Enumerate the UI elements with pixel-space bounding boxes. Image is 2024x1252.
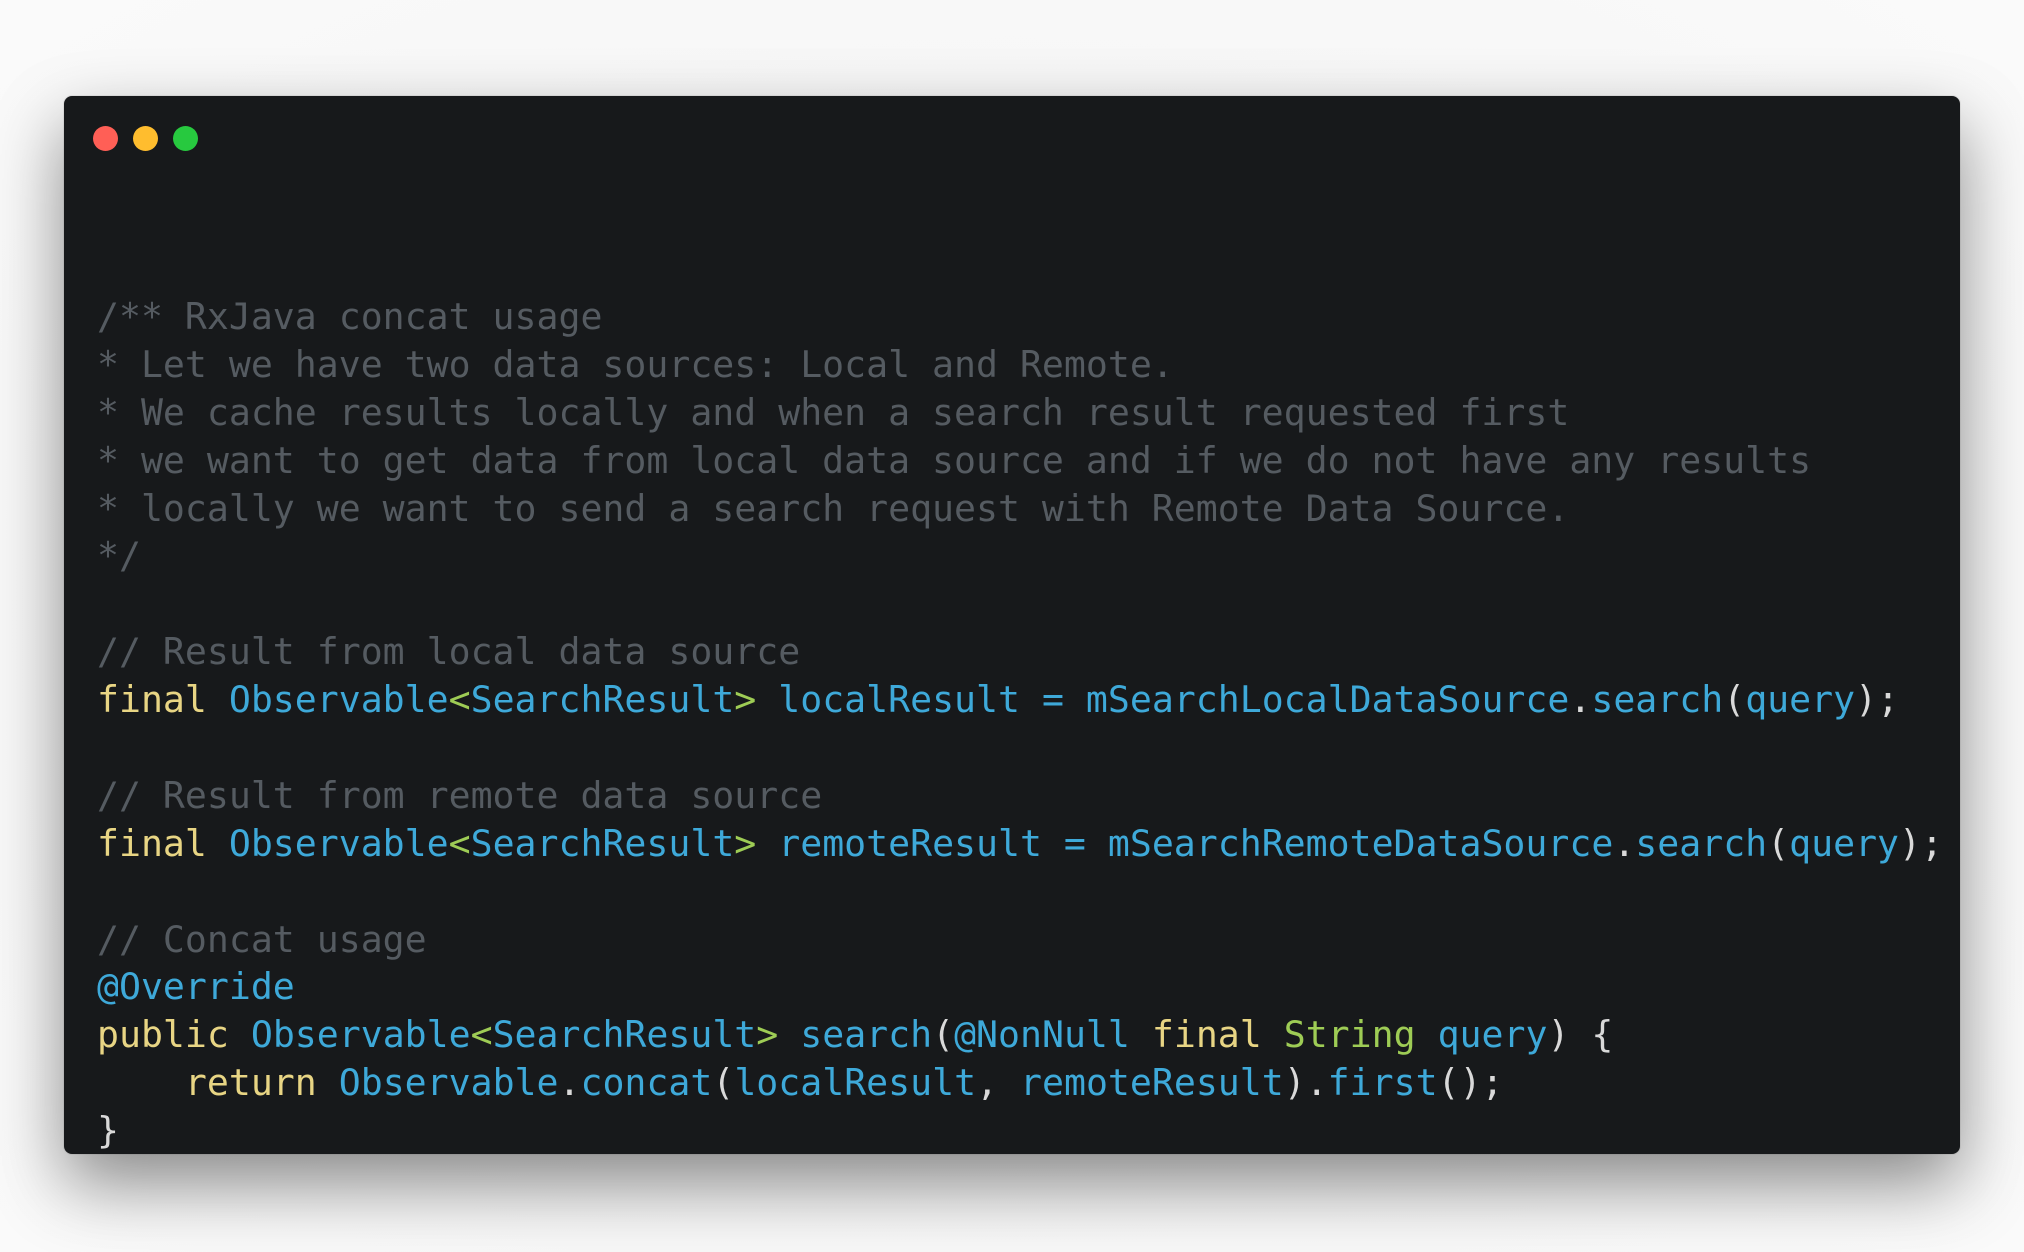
code-token: final	[97, 821, 207, 865]
maximize-button[interactable]	[173, 126, 198, 151]
code-token: }	[97, 1109, 119, 1153]
code-line: * We cache results locally and when a se…	[97, 389, 1943, 437]
code-token: final	[1151, 1013, 1262, 1057]
code-token: Observable	[250, 1013, 471, 1057]
code-token: SearchResult	[470, 821, 735, 865]
code-token: */	[97, 534, 141, 578]
code-token: ();	[1437, 1061, 1504, 1105]
code-token: .	[558, 1061, 581, 1105]
code-token: remoteResult = mSearchRemoteDataSource	[756, 821, 1614, 865]
code-token: String	[1283, 1013, 1416, 1057]
code-token: ) {	[1547, 1013, 1614, 1057]
code-token: search	[778, 1013, 933, 1057]
code-token: <	[448, 821, 471, 865]
code-token: SearchResult	[470, 678, 735, 722]
code-token: * Let we have two data sources: Local an…	[97, 342, 1174, 386]
code-line: * locally we want to send a search reque…	[97, 485, 1943, 533]
code-line: final Observable<SearchResult> localResu…	[97, 676, 1943, 724]
code-token: query	[1789, 821, 1900, 865]
code-token: final	[97, 678, 207, 722]
minimize-button[interactable]	[133, 126, 158, 151]
code-token: return	[184, 1061, 317, 1105]
close-button[interactable]	[93, 126, 118, 151]
code-token: query	[1437, 1013, 1548, 1057]
window-titlebar	[64, 96, 1960, 186]
code-line: */	[97, 532, 1943, 580]
code-token: query	[1745, 678, 1856, 722]
code-line: // Concat usage	[97, 916, 1943, 964]
code-token: ,	[976, 1061, 1021, 1105]
code-block: /** RxJava concat usage * Let we have two…	[97, 293, 1943, 1154]
code-token: SearchResult	[492, 1013, 757, 1057]
code-token: ).	[1283, 1061, 1328, 1105]
code-token: /** RxJava concat usage	[97, 295, 603, 338]
code-line: return Observable.concat(localResult, re…	[97, 1059, 1943, 1107]
code-token: search	[1635, 821, 1768, 865]
code-line: /** RxJava concat usage	[97, 293, 1943, 341]
code-line: * we want to get data from local data so…	[97, 437, 1943, 485]
code-token: (	[1723, 678, 1746, 722]
code-token: concat	[580, 1061, 713, 1105]
code-token: <	[470, 1013, 493, 1057]
code-token: * We cache results locally and when a se…	[97, 390, 1570, 434]
code-token: remoteResult	[1020, 1061, 1284, 1105]
code-token: .	[1613, 821, 1636, 865]
code-token: .	[1569, 678, 1592, 722]
code-line: @Override	[97, 963, 1943, 1011]
code-token: (	[932, 1013, 955, 1057]
code-token: <	[448, 678, 471, 722]
code-line: * Let we have two data sources: Local an…	[97, 341, 1943, 389]
code-token: // Concat usage	[97, 917, 427, 961]
code-window: /** RxJava concat usage * Let we have two…	[64, 96, 1960, 1154]
code-token: (	[712, 1061, 735, 1105]
code-token: search	[1591, 678, 1724, 722]
code-token: @Override	[97, 965, 295, 1009]
code-token: localResult = mSearchLocalDataSource	[756, 678, 1570, 722]
code-token: >	[756, 1013, 779, 1057]
code-token: Observable	[228, 678, 449, 722]
code-token: );	[1855, 678, 1900, 722]
code-line: final Observable<SearchResult> remoteRes…	[97, 820, 1943, 868]
code-token: * locally we want to send a search reque…	[97, 486, 1570, 530]
code-token: >	[734, 821, 757, 865]
code-token: public	[97, 1013, 229, 1057]
code-token: Observable	[338, 1061, 559, 1105]
code-token: // Result from remote data source	[97, 773, 823, 817]
code-token: localResult	[734, 1061, 977, 1105]
code-token: @NonNull	[954, 1013, 1130, 1057]
code-token: >	[734, 678, 757, 722]
code-token: first	[1327, 1061, 1438, 1105]
code-token: (	[1767, 821, 1790, 865]
code-token: // Result from local data source	[97, 630, 801, 674]
code-line: public Observable<SearchResult> search(@…	[97, 1011, 1943, 1059]
code-line: // Result from remote data source	[97, 772, 1943, 820]
code-line: }	[97, 1107, 1943, 1154]
code-token: Observable	[228, 821, 449, 865]
code-token: * we want to get data from local data so…	[97, 438, 1812, 482]
code-token: );	[1899, 821, 1943, 865]
code-line: // Result from local data source	[97, 628, 1943, 676]
